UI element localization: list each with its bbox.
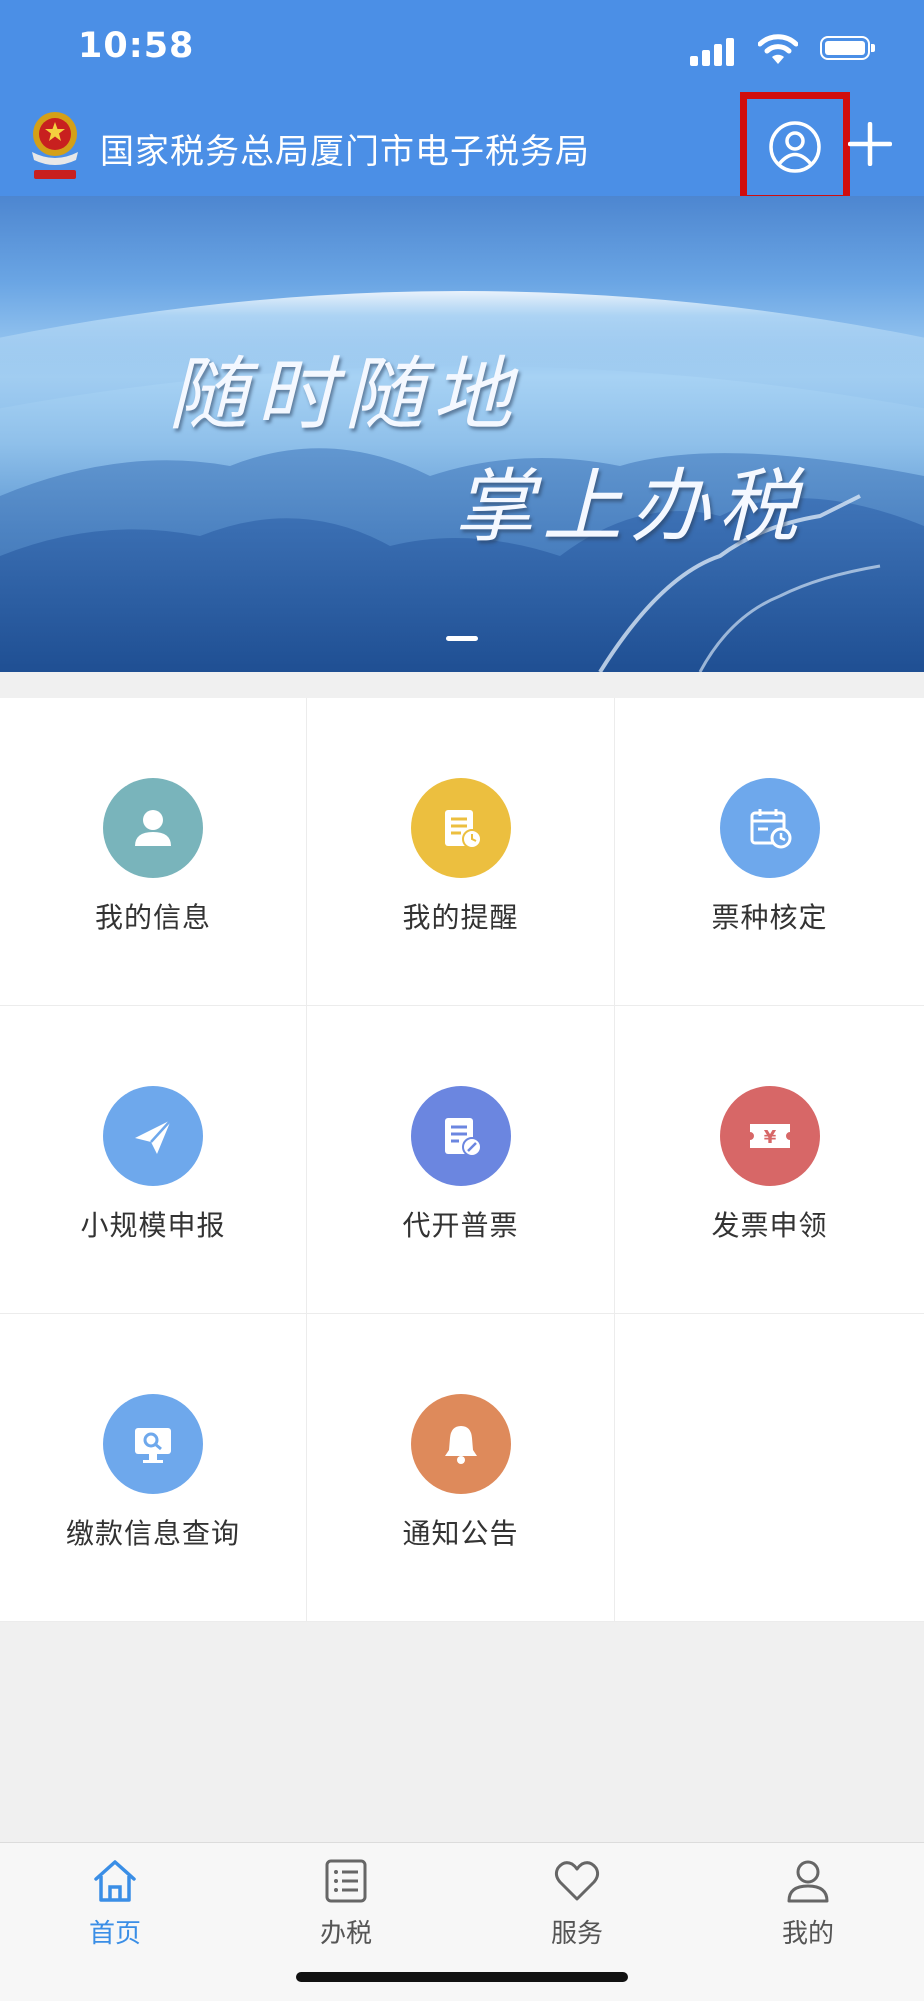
grid-item-label: 缴款信息查询 xyxy=(65,1517,240,1550)
grid-item-icon-circle xyxy=(410,778,511,878)
user-account-icon xyxy=(769,121,821,173)
tab-mine[interactable]: 我的 xyxy=(743,1857,873,1950)
tab-label: 首页 xyxy=(88,1919,141,1949)
wifi-icon xyxy=(758,34,798,64)
banner-page-indicator xyxy=(446,636,478,641)
grid-item-small-scale-filing[interactable]: 小规模申报 xyxy=(0,1006,307,1314)
promo-banner[interactable]: 随时随地 掌上办税 xyxy=(0,196,924,672)
banner-slogan-line2: 掌上办税 xyxy=(454,460,806,553)
cellular-signal-icon xyxy=(690,36,736,66)
heart-icon xyxy=(554,1861,600,1901)
grid-item-icon-circle xyxy=(103,1086,203,1186)
account-button[interactable] xyxy=(740,92,850,202)
grid-item-label: 发票申领 xyxy=(711,1209,828,1242)
tab-tax[interactable]: 办税 xyxy=(281,1857,411,1950)
grid-item-icon-circle xyxy=(103,1394,203,1494)
status-time: 10:58 xyxy=(78,26,195,66)
tab-label: 办税 xyxy=(319,1919,372,1949)
grid-item-ticket-type-check[interactable]: 票种核定 xyxy=(615,698,924,1006)
grid-item-issue-invoice[interactable]: 代开普票 xyxy=(307,1006,615,1314)
battery-icon xyxy=(820,36,875,60)
grid-item-label: 通知公告 xyxy=(402,1517,519,1550)
paper-plane-icon xyxy=(135,1119,172,1154)
grid-item-label: 小规模申报 xyxy=(80,1209,226,1242)
grid-item-icon-circle xyxy=(410,1394,511,1494)
person-icon xyxy=(135,810,171,846)
grid-item-my-info[interactable]: 我的信息 xyxy=(0,698,307,1006)
grid-item-icon-circle xyxy=(410,1086,511,1186)
home-icon xyxy=(94,1860,136,1902)
app-title: 国家税务总局厦门市电子税务局 xyxy=(100,132,590,172)
bell-icon xyxy=(444,1426,477,1464)
invoice-edit-icon xyxy=(444,1118,482,1157)
grid-item-icon-circle xyxy=(103,778,203,878)
grid-item-icon-circle: ¥ xyxy=(719,1086,820,1186)
grid-item-icon-circle xyxy=(719,778,820,878)
national-tax-emblem-icon xyxy=(32,112,78,179)
grid-item-invoice-application[interactable]: ¥ 发票申领 xyxy=(615,1006,924,1314)
list-icon xyxy=(325,1859,367,1903)
status-icons xyxy=(678,32,878,68)
plus-icon[interactable] xyxy=(848,122,892,166)
grid-item-label: 我的信息 xyxy=(94,901,211,934)
grid-item-label: 代开普票 xyxy=(402,1209,519,1242)
tab-label: 我的 xyxy=(781,1919,834,1949)
home-indicator xyxy=(296,1972,628,1982)
grid-item-label: 票种核定 xyxy=(711,901,828,934)
svg-text:¥: ¥ xyxy=(763,1127,776,1148)
calendar-clock-icon xyxy=(750,809,791,849)
top-bar: 10:58 国家税务总局厦门市电子税务局 xyxy=(0,0,924,202)
grid-item-notice[interactable]: 通知公告 xyxy=(307,1314,615,1622)
feature-grid: 我的信息 我的提醒 票种核定 小规模申报 代开普票 ¥ 发票申领 缴款信息查询 … xyxy=(0,698,924,1622)
tab-home[interactable]: 首页 xyxy=(50,1857,180,1950)
grid-item-label: 我的提醒 xyxy=(402,901,519,934)
tab-label: 服务 xyxy=(550,1919,603,1949)
grid-item-empty xyxy=(615,1314,924,1622)
reminder-document-icon xyxy=(444,810,482,849)
grid-item-payment-query[interactable]: 缴款信息查询 xyxy=(0,1314,307,1622)
yen-ticket-icon: ¥ xyxy=(749,1124,790,1148)
grid-item-my-reminders[interactable]: 我的提醒 xyxy=(307,698,615,1006)
monitor-search-icon xyxy=(135,1428,171,1463)
person-outline-icon xyxy=(787,1860,829,1903)
banner-slogan-line1: 随时随地 xyxy=(168,348,520,441)
tab-service[interactable]: 服务 xyxy=(512,1857,642,1950)
